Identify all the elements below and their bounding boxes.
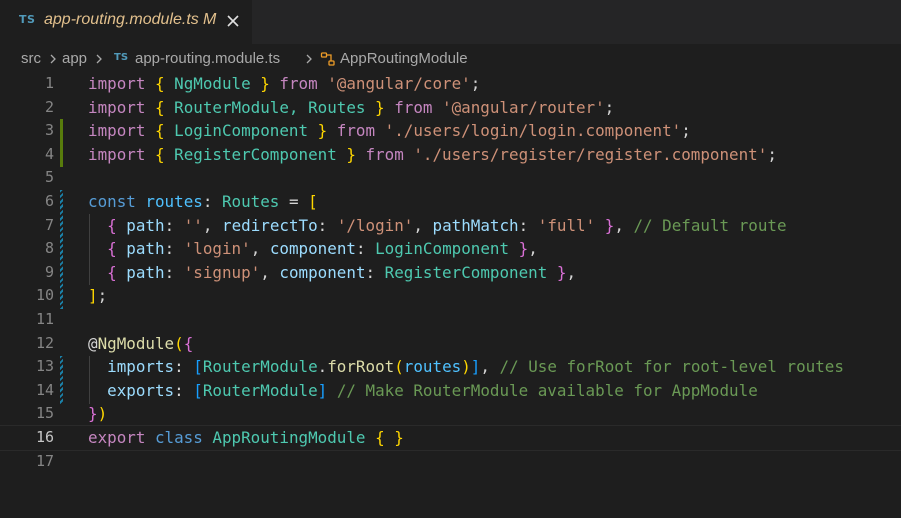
tab-app-routing-module[interactable]: TS app-routing.module.ts M	[0, 0, 252, 44]
code-line: 4 import { RegisterComponent } from './u…	[0, 143, 901, 167]
tab-bar: TS app-routing.module.ts M	[0, 0, 901, 44]
line-number: 3	[44, 121, 54, 140]
code-text: imports: [RouterModule.forRoot(routes)],…	[107, 357, 844, 377]
code-line: 17	[0, 450, 901, 474]
line-number: 10	[35, 286, 54, 305]
breadcrumb: src app TS app-routing.module.ts AppRout…	[0, 44, 901, 72]
code-line: 8 { path: 'login', component: LoginCompo…	[0, 237, 901, 261]
code-text: import { RouterModule, Routes } from '@a…	[88, 97, 615, 117]
chevron-right-icon	[306, 54, 312, 64]
chevron-right-icon	[96, 54, 102, 64]
line-number: 15	[35, 404, 54, 423]
line-number: 7	[44, 215, 54, 234]
line-number: 16	[35, 428, 54, 446]
chevron-right-icon	[50, 54, 56, 64]
code-line: 11	[0, 308, 901, 332]
close-icon[interactable]	[224, 12, 242, 30]
breadcrumb-app[interactable]: app	[62, 50, 87, 67]
line-number: 14	[35, 380, 54, 399]
line-number: 17	[35, 451, 54, 470]
typescript-file-icon: TS	[19, 13, 36, 26]
code-text: const routes: Routes = [	[88, 192, 318, 211]
code-line-current: 16 export class AppRoutingModule { }	[0, 425, 901, 451]
line-number: 6	[44, 192, 54, 210]
code-text: import { NgModule } from '@angular/core'…	[88, 74, 481, 93]
line-number: 12	[35, 333, 54, 352]
line-number: 5	[44, 168, 54, 187]
code-line: 10 ];	[0, 284, 901, 308]
breadcrumb-symbol[interactable]: AppRoutingModule	[340, 50, 468, 67]
code-line: 13 imports: [RouterModule.forRoot(routes…	[0, 355, 901, 379]
code-text: @NgModule({	[88, 333, 194, 353]
code-line: 14 exports: [RouterModule] // Make Route…	[0, 379, 901, 403]
breadcrumb-file[interactable]: app-routing.module.ts	[135, 50, 280, 67]
code-text: ];	[88, 286, 108, 306]
breadcrumb-src[interactable]: src	[21, 50, 41, 67]
code-text: export class AppRoutingModule { }	[88, 428, 404, 447]
code-line: 15 })	[0, 402, 901, 426]
code-line: 12 @NgModule({	[0, 332, 901, 356]
line-number: 8	[44, 239, 54, 258]
code-text: })	[88, 404, 108, 424]
code-text: exports: [RouterModule] // Make RouterMo…	[107, 380, 758, 400]
code-line: 6 const routes: Routes = [	[0, 190, 901, 214]
vscode-editor-window: TS app-routing.module.ts M src app TS ap…	[0, 0, 901, 518]
code-line: 5	[0, 166, 901, 190]
module-symbol-icon	[320, 52, 335, 66]
code-line: 2 import { RouterModule, Routes } from '…	[0, 96, 901, 120]
line-number: 2	[44, 97, 54, 116]
line-number: 9	[44, 262, 54, 281]
code-line: 1 import { NgModule } from '@angular/cor…	[0, 72, 901, 96]
code-text: { path: 'signup', component: RegisterCom…	[107, 262, 577, 282]
code-line: 7 { path: '', redirectTo: '/login', path…	[0, 214, 901, 238]
typescript-file-icon: TS	[114, 52, 129, 63]
line-number: 11	[35, 310, 54, 328]
code-text: import { RegisterComponent } from './use…	[88, 144, 777, 164]
code-line: 9 { path: 'signup', component: RegisterC…	[0, 261, 901, 285]
code-text: import { LoginComponent } from './users/…	[88, 121, 691, 141]
tab-label: app-routing.module.ts	[44, 11, 199, 28]
code-text: { path: 'login', component: LoginCompone…	[107, 239, 538, 259]
line-number: 4	[44, 144, 54, 163]
line-number: 1	[44, 74, 54, 92]
code-editor[interactable]: 1 import { NgModule } from '@angular/cor…	[0, 72, 901, 518]
code-text: { path: '', redirectTo: '/login', pathMa…	[107, 215, 787, 235]
code-line: 3 import { LoginComponent } from './user…	[0, 119, 901, 143]
line-number: 13	[35, 357, 54, 376]
modified-badge: M	[203, 11, 217, 28]
